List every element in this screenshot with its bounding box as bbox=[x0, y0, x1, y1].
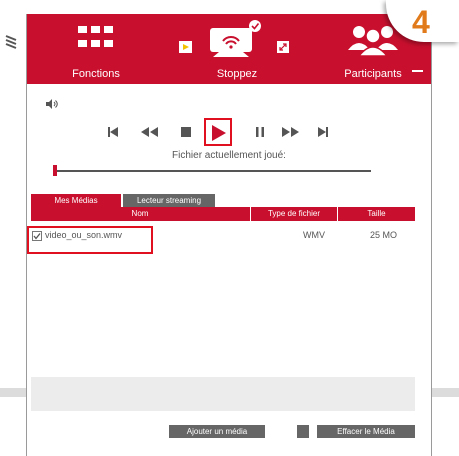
column-type[interactable]: Type de fichier bbox=[251, 207, 337, 221]
pause-icon[interactable] bbox=[255, 126, 265, 138]
skip-forward-icon[interactable] bbox=[317, 126, 329, 138]
meeting-panel: Fonctions Stoppez Participants Fichier a… bbox=[26, 14, 432, 456]
delete-media-label: Effacer le Média bbox=[337, 427, 395, 436]
add-media-button[interactable]: Ajouter un média bbox=[169, 425, 265, 438]
table-header: Nom Type de fichier Taille bbox=[31, 207, 415, 221]
stop-sharing-button[interactable]: Stoppez bbox=[177, 14, 297, 84]
current-file-caption: Fichier actuellement joué: bbox=[172, 150, 286, 161]
progress-thumb[interactable] bbox=[53, 165, 57, 176]
tab-lecteur-streaming[interactable]: Lecteur streaming bbox=[123, 194, 215, 208]
stop-icon[interactable] bbox=[180, 126, 192, 138]
fonctions-label: Fonctions bbox=[72, 68, 120, 80]
selected-file-highlight bbox=[27, 226, 153, 254]
tab-mes-medias[interactable]: Mes Médias bbox=[31, 194, 121, 208]
file-size: 25 MO bbox=[370, 230, 398, 240]
progress-track[interactable] bbox=[57, 170, 371, 172]
minimize-button[interactable] bbox=[412, 70, 423, 72]
logo-icon bbox=[5, 35, 17, 49]
top-toolbar: Fonctions Stoppez Participants bbox=[27, 14, 431, 84]
grid-icon bbox=[78, 26, 113, 47]
add-media-label: Ajouter un média bbox=[186, 427, 248, 436]
volume-icon[interactable] bbox=[45, 98, 59, 110]
drop-area bbox=[31, 377, 415, 411]
stop-label: Stoppez bbox=[216, 68, 258, 80]
screen-share-icon bbox=[179, 20, 289, 57]
rewind-icon[interactable] bbox=[140, 126, 160, 138]
button-separator bbox=[297, 425, 309, 438]
fast-forward-icon[interactable] bbox=[281, 126, 301, 138]
column-nom[interactable]: Nom bbox=[31, 207, 249, 221]
play-button[interactable] bbox=[204, 118, 232, 146]
step-number: 4 bbox=[412, 4, 430, 40]
participants-label: Participants bbox=[344, 68, 402, 80]
skip-back-icon[interactable] bbox=[107, 126, 119, 138]
file-type: WMV bbox=[303, 230, 325, 240]
column-taille[interactable]: Taille bbox=[338, 207, 415, 221]
media-player: Fichier actuellement joué: bbox=[27, 86, 431, 206]
fonctions-button[interactable]: Fonctions bbox=[61, 14, 131, 84]
group-icon bbox=[348, 26, 398, 57]
delete-media-button[interactable]: Effacer le Média bbox=[317, 425, 415, 438]
play-icon bbox=[212, 125, 226, 141]
